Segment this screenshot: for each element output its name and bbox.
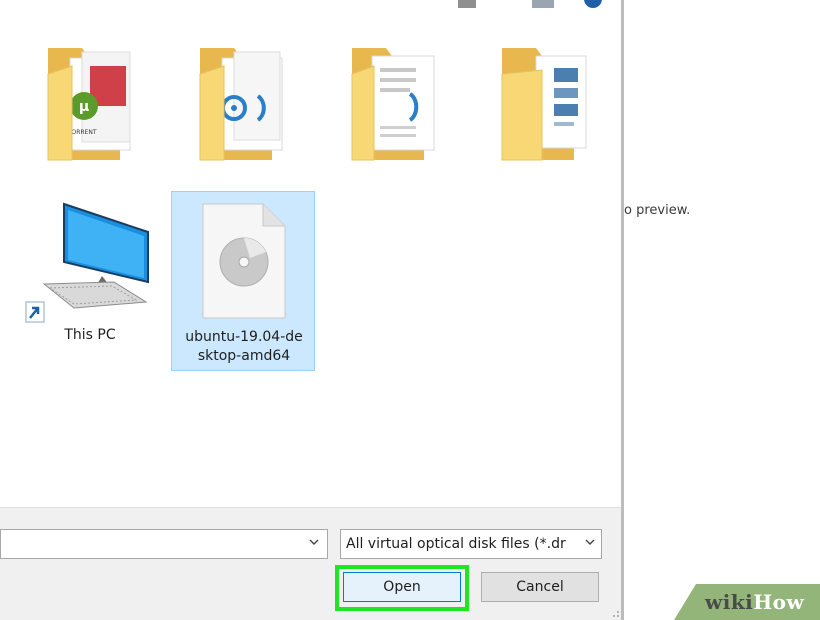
this-pc-label: This PC <box>64 327 116 343</box>
folder-item[interactable] <box>196 44 292 162</box>
folder-icon <box>351 48 435 161</box>
wikihow-watermark: wikiHow <box>705 590 804 614</box>
dialog-toolbar <box>0 0 621 16</box>
file-type-select[interactable]: All virtual optical disk files (*.dr <box>340 529 602 559</box>
folder-icon <box>199 48 283 161</box>
file-name-input[interactable] <box>0 529 328 559</box>
disc-image-file-icon <box>202 203 286 319</box>
file-type-value: All virtual optical disk files (*.dr <box>346 536 566 552</box>
dialog-footer <box>0 507 621 620</box>
wikihow-how-text: How <box>753 590 805 614</box>
chevron-down-icon[interactable] <box>585 537 595 547</box>
preview-message: o preview. <box>624 203 691 218</box>
cancel-button[interactable]: Cancel <box>481 572 599 602</box>
preview-pane <box>624 0 820 620</box>
preview-pane-icon[interactable] <box>532 0 554 8</box>
help-icon[interactable] <box>584 0 602 8</box>
view-toggle-icon[interactable] <box>458 0 476 8</box>
folder-item[interactable]: µ ORRENT <box>44 44 140 162</box>
iso-file-label-line1: ubuntu-19.04-de <box>185 329 303 345</box>
folder-item[interactable] <box>348 44 444 162</box>
folder-item[interactable] <box>498 44 594 162</box>
folder-icon: µ ORRENT <box>47 48 131 161</box>
computer-icon <box>25 202 149 323</box>
folder-icon <box>501 48 587 161</box>
wikihow-wiki-text: wiki <box>705 590 754 614</box>
resize-grip-icon[interactable] <box>608 606 620 618</box>
svg-text:ORRENT: ORRENT <box>71 129 96 136</box>
chevron-down-icon[interactable] <box>309 537 319 547</box>
open-button[interactable]: Open <box>343 572 461 602</box>
this-pc-item[interactable]: This PC <box>24 200 156 360</box>
iso-file-item[interactable]: ubuntu-19.04-de sktop-amd64 <box>171 191 315 371</box>
svg-text:µ: µ <box>79 99 89 115</box>
iso-file-label-line2: sktop-amd64 <box>197 348 291 364</box>
file-open-dialog: µ ORRENT This PC ubuntu-19.04-de sktop-a… <box>0 0 622 620</box>
